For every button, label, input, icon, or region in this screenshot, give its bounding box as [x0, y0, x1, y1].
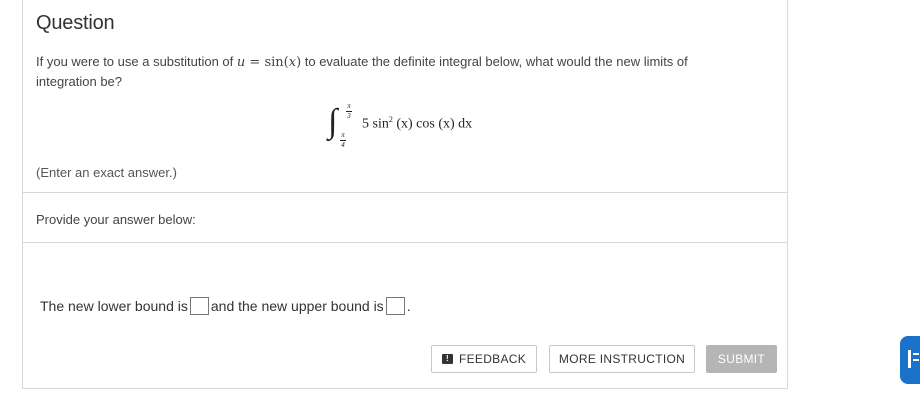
lower-limit: π 4: [340, 131, 346, 149]
question-panel: Question If you were to use a substituti…: [22, 0, 788, 193]
question-text: If you were to use a substitution of u =…: [36, 52, 736, 91]
help-side-tab[interactable]: [900, 336, 920, 384]
definite-integral: ∫ π 3 π 4 5 sin2 (x) cos (x) dx: [328, 100, 528, 152]
bounds-sentence: The new lower bound is and the new upper…: [40, 297, 411, 315]
question-title: Question: [36, 12, 115, 34]
submit-button[interactable]: SUBMIT: [706, 345, 777, 373]
answer-header-panel: Provide your answer below:: [22, 193, 788, 243]
page: Question If you were to use a substituti…: [0, 0, 920, 411]
question-text-before: If you were to use a substitution of: [36, 54, 237, 69]
submit-label: SUBMIT: [717, 352, 766, 366]
provide-answer-label: Provide your answer below:: [36, 212, 196, 227]
lower-bound-label: The new lower bound is: [40, 298, 188, 314]
upper-bound-label: and the new upper bound is: [210, 298, 384, 314]
exact-answer-note: (Enter an exact answer.): [36, 165, 177, 180]
more-instruction-button[interactable]: MORE INSTRUCTION: [549, 345, 695, 373]
integrand: 5 sin2 (x) cos (x) dx: [362, 115, 473, 132]
sentence-period: .: [406, 298, 411, 314]
upper-bound-input[interactable]: [385, 297, 405, 315]
answer-input-panel: The new lower bound is and the new upper…: [22, 243, 788, 389]
feedback-icon: !: [441, 354, 453, 364]
help-tab-icon: [908, 350, 920, 368]
lower-bound-input[interactable]: [189, 297, 209, 315]
feedback-label: FEEDBACK: [458, 352, 527, 366]
feedback-button[interactable]: ! FEEDBACK: [431, 345, 537, 373]
upper-limit: π 3: [346, 102, 352, 120]
substitution-math: u = sin(x): [236, 55, 302, 70]
more-instruction-label: MORE INSTRUCTION: [558, 352, 686, 366]
integral-sign: ∫: [328, 103, 338, 140]
